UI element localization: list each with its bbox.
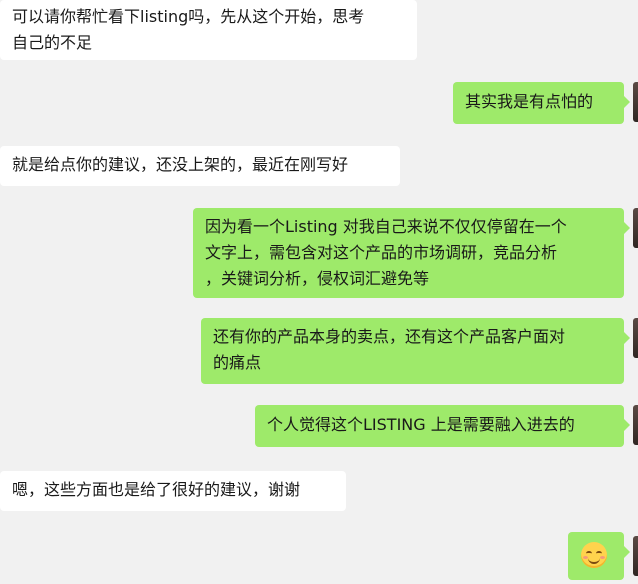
message-outgoing (568, 532, 630, 580)
message-outgoing: 因为看一个Listing 对我自己来说不仅仅停留在一个 文字上，需包含对这个产品… (193, 208, 630, 298)
message-incoming: 就是给点你的建议，还没上架的，最近在刚写好 (0, 146, 400, 186)
message-outgoing: 个人觉得这个LISTING 上是需要融入进去的 (255, 405, 630, 447)
smiling-face-emoji (581, 542, 607, 568)
message-incoming: 可以请你帮忙看下listing吗，先从这个开始，思考 自己的不足 (0, 0, 417, 60)
user-avatar[interactable] (633, 405, 638, 445)
message-outgoing: 还有你的产品本身的卖点，还有这个产品客户面对 的痛点 (201, 318, 630, 384)
message-outgoing: 其实我是有点怕的 (453, 82, 630, 124)
user-avatar[interactable] (633, 536, 638, 576)
user-avatar[interactable] (633, 82, 638, 122)
message-incoming: 嗯，这些方面也是给了很好的建议，谢谢 (0, 471, 346, 511)
chat-window: 可以请你帮忙看下listing吗，先从这个开始，思考 自己的不足 其实我是有点怕… (0, 0, 638, 584)
user-avatar[interactable] (633, 318, 638, 358)
user-avatar[interactable] (633, 208, 638, 248)
